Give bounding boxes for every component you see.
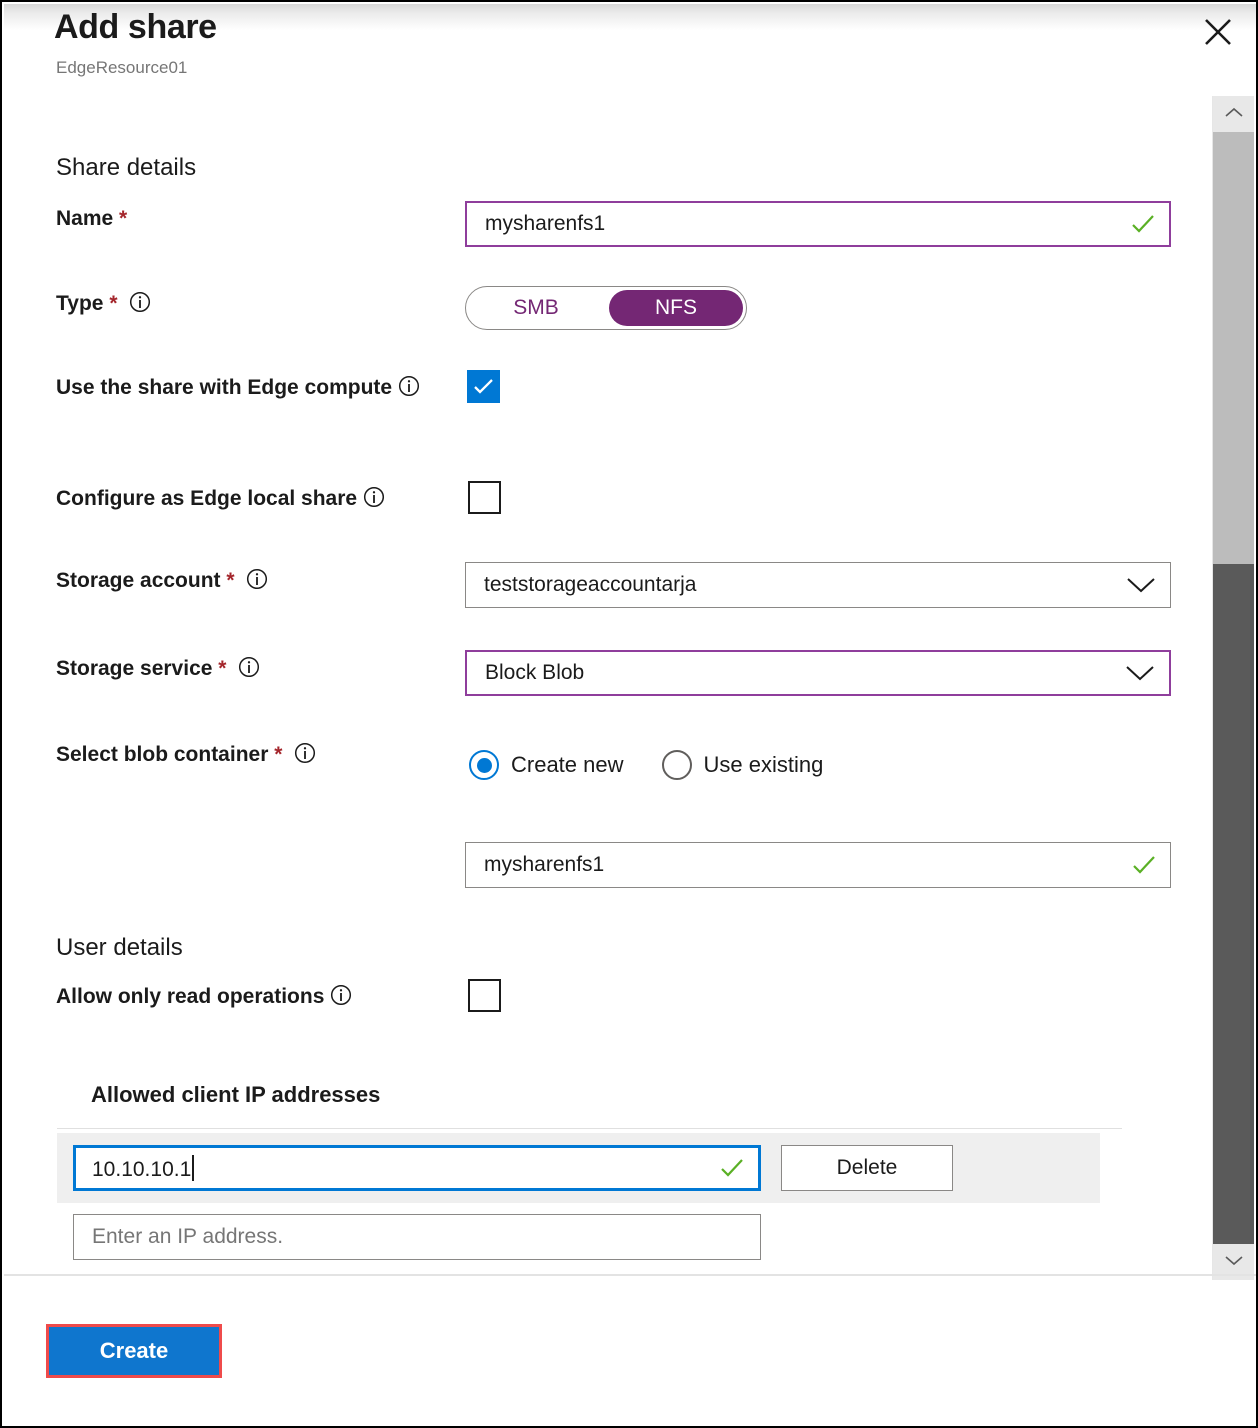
label-storage-account-text: Storage account — [56, 569, 221, 592]
radio-dot-selected — [469, 750, 499, 780]
new-ip-input[interactable]: Enter an IP address. — [73, 1214, 761, 1260]
allowed-ips-divider — [57, 1128, 1122, 1129]
blob-container-mode-radiogroup[interactable]: Create new Use existing — [469, 750, 861, 780]
checkmark-icon — [1132, 855, 1156, 875]
allowed-ip-input-0[interactable]: 10.10.10.1 — [73, 1145, 761, 1191]
checkmark-icon — [720, 1158, 744, 1178]
label-edge-compute: Use the share with Edge compute — [56, 369, 436, 406]
info-icon[interactable] — [238, 656, 260, 678]
required-asterisk: * — [226, 569, 234, 592]
delete-ip-button-0[interactable]: Delete — [781, 1145, 953, 1191]
vertical-scrollbar[interactable] — [1212, 96, 1254, 1280]
chevron-down-icon — [1125, 664, 1155, 682]
form-content: Share details Name * mysharenfs1 Type * — [2, 2, 1217, 1274]
label-storage-account: Storage account * — [56, 562, 268, 599]
chevron-down-icon — [1126, 576, 1156, 594]
radio-create-new[interactable]: Create new — [469, 750, 662, 780]
checkmark-icon — [473, 378, 494, 395]
label-name: Name * — [56, 200, 127, 237]
label-type-text: Type — [56, 292, 103, 315]
chevron-down-icon — [1225, 1253, 1243, 1271]
storage-account-value: teststorageaccountarja — [484, 573, 1118, 597]
blob-container-name-value: mysharenfs1 — [484, 853, 1124, 877]
share-name-input[interactable]: mysharenfs1 — [465, 201, 1171, 247]
checkmark-icon — [1131, 214, 1155, 234]
type-toggle[interactable]: SMB NFS — [465, 286, 747, 330]
section-heading-user-details: User details — [56, 934, 183, 962]
info-icon[interactable] — [129, 291, 151, 313]
chevron-up-icon — [1225, 105, 1243, 123]
label-select-blob-container-text: Select blob container — [56, 743, 268, 766]
footer-divider — [4, 1274, 1258, 1276]
share-name-value: mysharenfs1 — [485, 212, 1123, 236]
info-icon[interactable] — [398, 375, 420, 397]
storage-service-dropdown[interactable]: Block Blob — [465, 650, 1171, 696]
radio-create-new-label: Create new — [511, 752, 624, 778]
checkbox-configure-as-edge-local-share[interactable] — [468, 481, 501, 514]
label-select-blob-container: Select blob container * — [56, 736, 316, 773]
label-storage-service: Storage service * — [56, 650, 260, 687]
section-heading-share-details: Share details — [56, 154, 196, 182]
required-asterisk: * — [218, 657, 226, 680]
required-asterisk: * — [119, 207, 127, 230]
allowed-ip-value-0: 10.10.10.1 — [92, 1155, 712, 1182]
label-allow-only-read-operations: Allow only read operations — [56, 978, 352, 1015]
add-share-panel: Add share EdgeResource01 — [0, 0, 1258, 1428]
radio-use-existing-label: Use existing — [704, 752, 824, 778]
create-button-highlight: Create — [46, 1324, 222, 1378]
label-type: Type * — [56, 285, 151, 322]
allowed-ips-heading: Allowed client IP addresses — [91, 1082, 380, 1108]
scrollbar-up-button[interactable] — [1213, 96, 1254, 132]
radio-dot-unselected — [662, 750, 692, 780]
checkbox-allow-only-read-operations[interactable] — [468, 979, 501, 1012]
create-button[interactable]: Create — [49, 1327, 219, 1375]
info-icon[interactable] — [246, 568, 268, 590]
label-storage-service-text: Storage service — [56, 657, 212, 680]
info-icon[interactable] — [294, 742, 316, 764]
label-edge-local-share-text: Configure as Edge local share — [56, 487, 357, 510]
info-icon[interactable] — [330, 984, 352, 1006]
new-ip-placeholder: Enter an IP address. — [92, 1225, 746, 1249]
storage-service-value: Block Blob — [485, 661, 1117, 685]
storage-account-dropdown[interactable]: teststorageaccountarja — [465, 562, 1171, 608]
label-name-text: Name — [56, 207, 113, 230]
scrollbar-track[interactable] — [1213, 132, 1254, 1244]
required-asterisk: * — [274, 743, 282, 766]
blob-container-name-input[interactable]: mysharenfs1 — [465, 842, 1171, 888]
radio-use-existing[interactable]: Use existing — [662, 750, 862, 780]
type-option-smb[interactable]: SMB — [469, 290, 603, 326]
text-caret — [192, 1155, 194, 1181]
label-allow-only-read-operations-text: Allow only read operations — [56, 985, 324, 1008]
info-icon[interactable] — [363, 486, 385, 508]
label-edge-local-share: Configure as Edge local share — [56, 480, 385, 517]
type-option-nfs[interactable]: NFS — [609, 290, 743, 326]
scrollbar-thumb[interactable] — [1213, 132, 1254, 564]
required-asterisk: * — [109, 292, 117, 315]
label-edge-compute-text: Use the share with Edge compute — [56, 376, 392, 399]
checkbox-use-share-with-edge-compute[interactable] — [467, 370, 500, 403]
